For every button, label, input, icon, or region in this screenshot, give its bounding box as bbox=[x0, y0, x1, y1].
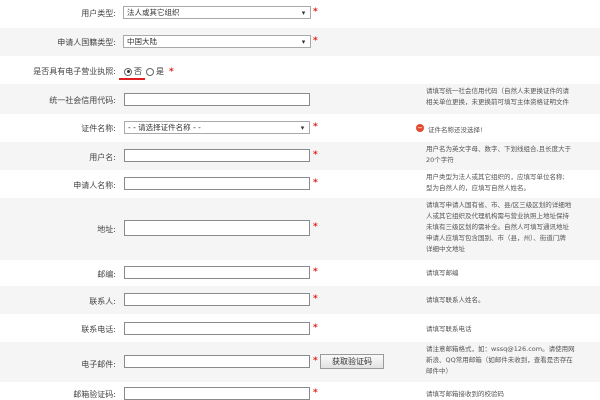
phone-label: 联系电话: bbox=[81, 325, 116, 334]
ebl-yes-label[interactable]: 是 bbox=[156, 66, 164, 77]
address-label: 地址: bbox=[97, 225, 116, 234]
hint-line: 新浪、QQ常用邮箱（如邮件未收到，查看是否存在 bbox=[426, 356, 573, 364]
contact-input[interactable] bbox=[124, 293, 310, 306]
chevron-down-icon: ▾ bbox=[301, 38, 306, 46]
required-mark: * bbox=[313, 356, 318, 366]
username-label: 用户名: bbox=[89, 153, 116, 162]
address-input[interactable] bbox=[124, 220, 310, 236]
postcode-hint: 请填写邮编 bbox=[426, 268, 600, 279]
nationality-value: 中国大陆 bbox=[127, 37, 157, 46]
ebl-no-radio[interactable] bbox=[124, 67, 132, 76]
id-type-value: - - 请选择证件名称 - - bbox=[128, 123, 201, 132]
id-type-label: 证件名称: bbox=[81, 124, 116, 133]
required-mark: * bbox=[313, 7, 318, 17]
username-hint: 用户名为英文字母、数字、下划线组合,且长度大于 20个字符 bbox=[426, 144, 600, 166]
get-code-button[interactable]: 获取验证码 bbox=[320, 354, 384, 369]
row-phone: 联系电话: * 请填写联系电话 bbox=[0, 314, 600, 342]
hint-line: 请填写邮箱接收到的校验码 bbox=[426, 390, 504, 398]
email-input[interactable] bbox=[124, 355, 310, 368]
required-mark: * bbox=[313, 150, 318, 160]
ebl-no-label[interactable]: 否 bbox=[134, 66, 142, 77]
minus-circle-icon: − bbox=[416, 124, 424, 132]
row-nationality: 申请人国籍类型: 中国大陆 ▾ * bbox=[0, 28, 600, 56]
chevron-down-icon: ▾ bbox=[301, 9, 306, 17]
email-code-input[interactable] bbox=[124, 387, 310, 400]
nationality-label: 申请人国籍类型: bbox=[57, 38, 116, 47]
email-label: 电子邮件: bbox=[81, 360, 116, 369]
phone-input[interactable] bbox=[124, 322, 310, 335]
phone-hint: 请填写联系电话 bbox=[426, 324, 600, 335]
hint-line: 请填写申请人国有省、市、县/区三级区划的详细地 bbox=[426, 201, 572, 209]
email-code-hint: 请填写邮箱接收到的校验码 bbox=[426, 389, 600, 400]
hint-line: 请填写统一社会信用代码（自然人未更换证件的请 bbox=[426, 87, 569, 95]
required-mark: * bbox=[313, 178, 318, 188]
hint-line: 人或其它组织及代理机构需与营业执照上地址保持 bbox=[426, 212, 569, 220]
required-mark: * bbox=[313, 36, 318, 46]
hint-line: 邮件中） bbox=[426, 367, 452, 375]
row-address: 地址: * 请填写申请人国有省、市、县/区三级区划的详细地 人或其它组织及代理机… bbox=[0, 198, 600, 260]
contact-hint: 请填写联系人姓名。 bbox=[426, 295, 600, 306]
row-user-type: 用户类型: 法人或其它组织 ▾ * bbox=[0, 0, 600, 28]
hint-line: 请注意邮箱格式，如：wssq@126.com。请使用网 bbox=[426, 345, 575, 353]
user-type-label: 用户类型: bbox=[81, 9, 116, 18]
hint-line: 用户名为英文字母、数字、下划线组合,且长度大于 bbox=[426, 145, 572, 153]
id-type-error: 证件名称还没选择! bbox=[428, 126, 483, 134]
required-mark: * bbox=[313, 267, 318, 277]
hint-line: 请填写联系电话 bbox=[426, 325, 472, 333]
hint-line: 详细中文地址 bbox=[426, 245, 465, 253]
hint-line: 未填有三级区划的需补全。自然人可填写通讯地址 bbox=[426, 223, 569, 231]
hint-line: 20个字符 bbox=[426, 156, 454, 164]
hint-line: 申请人应填写包含国别、市（县，州）、街道门牌 bbox=[426, 234, 566, 242]
contact-label: 联系人: bbox=[89, 297, 116, 306]
ebl-selected-underline bbox=[119, 78, 145, 80]
hint-line: 用户类型为法人或其它组织的，应填写单位名称; bbox=[426, 173, 565, 181]
credit-code-hint: 请填写统一社会信用代码（自然人未更换证件的请 相关单位更换，未更换前可填写主体资… bbox=[426, 86, 600, 108]
chevron-down-icon: ▾ bbox=[300, 124, 305, 132]
row-email-code: 邮箱验证码: * 请填写邮箱接收到的校验码 bbox=[0, 382, 600, 400]
email-hint: 请注意邮箱格式，如：wssq@126.com。请使用网 新浪、QQ常用邮箱（如邮… bbox=[426, 344, 600, 377]
hint-line: 相关单位更换，未更换前可填写主体资格证明文件 bbox=[426, 98, 569, 106]
row-contact: 联系人: * 请填写联系人姓名。 bbox=[0, 286, 600, 314]
row-username: 用户名: * 用户名为英文字母、数字、下划线组合,且长度大于 20个字符 bbox=[0, 142, 600, 170]
ebl-yes-radio[interactable] bbox=[146, 67, 154, 76]
hint-line: 请填写邮编 bbox=[426, 269, 459, 277]
required-mark: * bbox=[313, 294, 318, 304]
user-type-value: 法人或其它组织 bbox=[127, 8, 180, 17]
id-type-select[interactable]: - - 请选择证件名称 - - ▾ bbox=[124, 121, 310, 134]
required-mark: * bbox=[313, 323, 318, 333]
ebl-label: 是否具有电子营业执照: bbox=[33, 67, 116, 76]
email-code-label: 邮箱验证码: bbox=[73, 390, 116, 399]
required-mark: * bbox=[313, 122, 318, 132]
nationality-select[interactable]: 中国大陆 ▾ bbox=[123, 35, 311, 48]
row-applicant-name: 申请人名称: * 用户类型为法人或其它组织的，应填写单位名称; 型为自然人的，应… bbox=[0, 170, 600, 198]
postcode-input[interactable] bbox=[124, 266, 310, 279]
hint-line: 型为自然人的，应填写自然人姓名。 bbox=[426, 184, 530, 192]
applicant-name-hint: 用户类型为法人或其它组织的，应填写单位名称; 型为自然人的，应填写自然人姓名。 bbox=[426, 172, 600, 194]
row-id-type: 证件名称: - - 请选择证件名称 - - ▾ * − 证件名称还没选择! bbox=[0, 114, 600, 142]
username-input[interactable] bbox=[124, 149, 310, 162]
user-type-select[interactable]: 法人或其它组织 ▾ bbox=[123, 6, 311, 19]
required-mark: * bbox=[169, 66, 174, 77]
ebl-radio-group: 否 是 * bbox=[124, 66, 174, 77]
credit-code-label: 统一社会信用代码: bbox=[49, 96, 116, 105]
postcode-label: 邮编: bbox=[97, 270, 116, 279]
address-hint: 请填写申请人国有省、市、县/区三级区划的详细地 人或其它组织及代理机构需与营业执… bbox=[426, 200, 600, 255]
applicant-name-label: 申请人名称: bbox=[73, 181, 116, 190]
row-email: 电子邮件: * 获取验证码 请注意邮箱格式，如：wssq@126.com。请使用… bbox=[0, 342, 600, 382]
row-ebl: 是否具有电子营业执照: 否 是 * bbox=[0, 56, 600, 84]
required-mark: * bbox=[313, 222, 318, 232]
hint-line: 请填写联系人姓名。 bbox=[426, 296, 485, 304]
applicant-name-input[interactable] bbox=[124, 177, 310, 190]
required-mark: * bbox=[313, 388, 318, 398]
credit-code-input[interactable] bbox=[124, 93, 310, 106]
row-postcode: 邮编: * 请填写邮编 bbox=[0, 260, 600, 286]
row-credit-code: 统一社会信用代码: 请填写统一社会信用代码（自然人未更换证件的请 相关单位更换，… bbox=[0, 84, 600, 114]
